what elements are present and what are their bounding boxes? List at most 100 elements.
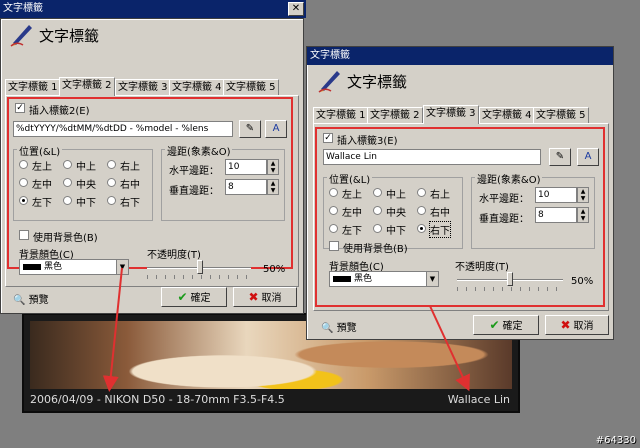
dialog1-bg-color-value: 黑色 (44, 262, 63, 272)
dialog-text-label-2: 文字標籤 文字標籤 1 文字標籤 2 文字標籤 3 文字標籤 4 文字標籤 5 … (0, 18, 304, 314)
dialog1-titlebar[interactable]: 文字標籤 ✕ (0, 0, 306, 18)
check-icon: ✔ (177, 290, 188, 304)
dialog2-radio-center[interactable] (373, 206, 382, 215)
font-icon: A (584, 151, 592, 162)
caption-right: Wallace Lin (447, 393, 510, 406)
dialog2-ok-button[interactable]: ✔ 確定 (473, 315, 539, 335)
dialog2-preview[interactable]: 🔍 預覽 (321, 319, 357, 334)
dialog1-v-margin-spinner[interactable]: ▲ ▼ (267, 179, 279, 195)
chevron-down-icon: ▼ (116, 260, 128, 274)
dialog1-radio-top-right[interactable] (107, 160, 116, 169)
dialog2-v-margin-spinner[interactable]: ▲ ▼ (577, 207, 589, 223)
dialog2-radio-top-right[interactable] (417, 188, 426, 197)
dialog2-tabs: 文字標籤 1 文字標籤 2 文字標籤 3 文字標籤 4 文字標籤 5 (313, 105, 609, 124)
tab-label-4[interactable]: 文字標籤 4 (169, 79, 225, 95)
dialog2-ok-label: 確定 (502, 321, 523, 332)
dialog1-text-input[interactable]: %dtYYYY/%dtMM/%dtDD - %model - %lens (13, 121, 233, 137)
dialog1-radio-middle-right[interactable] (107, 178, 116, 187)
dialog1-pen-button[interactable]: ✎ (239, 120, 261, 138)
close-icon: ✖ (248, 290, 259, 304)
check-icon: ✔ (489, 318, 500, 332)
dialog1-use-bg-checkbox[interactable] (19, 230, 29, 240)
font-icon: A (272, 123, 280, 134)
dialog1-radio-label: 右上 (120, 162, 140, 173)
dialog1-preview[interactable]: 🔍 預覽 (13, 291, 49, 306)
dialog2-pen-button[interactable]: ✎ (549, 148, 571, 166)
dialog1-opacity-label: 不透明度(T) (147, 250, 201, 261)
dialog1-preview-label: 預覽 (28, 295, 49, 306)
dialog2-cancel-button[interactable]: ✖ 取消 (545, 315, 609, 335)
dialog1-radio-bottom-center[interactable] (63, 196, 72, 205)
dialog1-radio-label: 左中 (32, 180, 52, 191)
tab-label-2[interactable]: 文字標籤 2 (367, 107, 423, 123)
tab-label-5[interactable]: 文字標籤 5 (533, 107, 589, 123)
dialog1-margin-label: 邊距(象素&O) (165, 143, 233, 158)
dialog2-use-bg-checkbox[interactable] (329, 241, 339, 251)
dialog2-radio-middle-left[interactable] (329, 206, 338, 215)
dialog2-header: 文字標籤 (311, 67, 511, 97)
dialog2-insert-checkbox[interactable]: ✓ (323, 133, 333, 143)
dialog1-ok-button[interactable]: ✔ 確定 (161, 287, 227, 307)
dialog2-position-label: 位置(&L) (327, 171, 373, 186)
dialog1-radio-label: 中下 (76, 198, 96, 209)
pen-icon (10, 25, 32, 47)
dialog2-radio-label: 右中 (430, 208, 450, 219)
dialog2-font-button[interactable]: A (577, 148, 599, 166)
tab-label-1[interactable]: 文字標籤 1 (313, 107, 369, 123)
pen-icon (318, 71, 340, 93)
dialog1-opacity-ticks (147, 275, 251, 279)
dialog1-font-button[interactable]: A (265, 120, 287, 138)
dialog2-radio-top-left[interactable] (329, 188, 338, 197)
dialog2-opacity-thumb[interactable] (507, 272, 513, 286)
tab-label-2[interactable]: 文字標籤 2 (59, 77, 115, 96)
dialog2-radio-label: 左中 (342, 208, 362, 219)
dialog2-radio-label: 右下 (429, 221, 451, 238)
dialog1-v-margin-input[interactable]: 8 (225, 179, 267, 195)
dialog1-radio-middle-left[interactable] (19, 178, 28, 187)
dialog2-radio-bottom-right[interactable] (417, 224, 426, 233)
dialog1-radio-label: 中央 (76, 180, 96, 191)
dialog2-titlebar[interactable]: 文字標籤 (307, 47, 613, 65)
color-swatch (333, 276, 351, 282)
dialog1-cancel-button[interactable]: ✖ 取消 (233, 287, 297, 307)
dialog1-position-label: 位置(&L) (17, 143, 63, 158)
dialog1-radio-label: 右中 (120, 180, 140, 191)
dialog1-h-margin-input[interactable]: 10 (225, 159, 267, 175)
dialog1-cancel-label: 取消 (261, 293, 282, 304)
tab-label-3[interactable]: 文字標籤 3 (115, 79, 171, 95)
dialog1-radio-bottom-left[interactable] (19, 196, 28, 205)
dialog2-radio-label: 左下 (342, 226, 362, 237)
dialog2-text-input[interactable]: Wallace Lin (323, 149, 541, 165)
color-swatch (23, 264, 41, 270)
dialog2-opacity-label: 不透明度(T) (455, 262, 509, 273)
dialog1-h-margin-label: 水平邊距： (169, 166, 219, 177)
dialog1-v-margin-label: 垂直邊距： (169, 186, 219, 197)
dialog1-bg-color-select[interactable]: 黑色 ▼ (19, 259, 129, 275)
dialog2-insert-label: 插入標籤3(E) (337, 136, 398, 147)
magnifier-icon: 🔍 (13, 295, 26, 306)
dialog1-close-button[interactable]: ✕ (288, 2, 304, 16)
dialog1-insert-label: 插入標籤2(E) (29, 106, 90, 117)
dialog2-radio-middle-right[interactable] (417, 206, 426, 215)
dialog1-h-margin-spinner[interactable]: ▲ ▼ (267, 159, 279, 175)
dialog2-radio-label: 右上 (430, 190, 450, 201)
tab-label-1[interactable]: 文字標籤 1 (5, 79, 61, 95)
dialog2-bg-color-select[interactable]: 黑色 ▼ (329, 271, 439, 287)
dialog1-opacity-thumb[interactable] (197, 260, 203, 274)
tab-label-3[interactable]: 文字標籤 3 (423, 105, 479, 124)
tab-label-5[interactable]: 文字標籤 5 (223, 79, 279, 95)
dialog2-h-margin-input[interactable]: 10 (535, 187, 577, 203)
dialog1-insert-checkbox[interactable]: ✓ (15, 103, 25, 113)
dialog2-radio-bottom-left[interactable] (329, 224, 338, 233)
dialog2-margin-label: 邊距(象素&O) (475, 171, 543, 186)
dialog1-tabs: 文字標籤 1 文字標籤 2 文字標籤 3 文字標籤 4 文字標籤 5 (5, 77, 301, 96)
dialog2-radio-top-center[interactable] (373, 188, 382, 197)
dialog2-h-margin-spinner[interactable]: ▲ ▼ (577, 187, 589, 203)
dialog1-radio-top-left[interactable] (19, 160, 28, 169)
tab-label-4[interactable]: 文字標籤 4 (479, 107, 535, 123)
dialog1-radio-bottom-right[interactable] (107, 196, 116, 205)
dialog2-radio-bottom-center[interactable] (373, 224, 382, 233)
dialog1-radio-top-center[interactable] (63, 160, 72, 169)
dialog1-radio-center[interactable] (63, 178, 72, 187)
dialog2-v-margin-input[interactable]: 8 (535, 207, 577, 223)
